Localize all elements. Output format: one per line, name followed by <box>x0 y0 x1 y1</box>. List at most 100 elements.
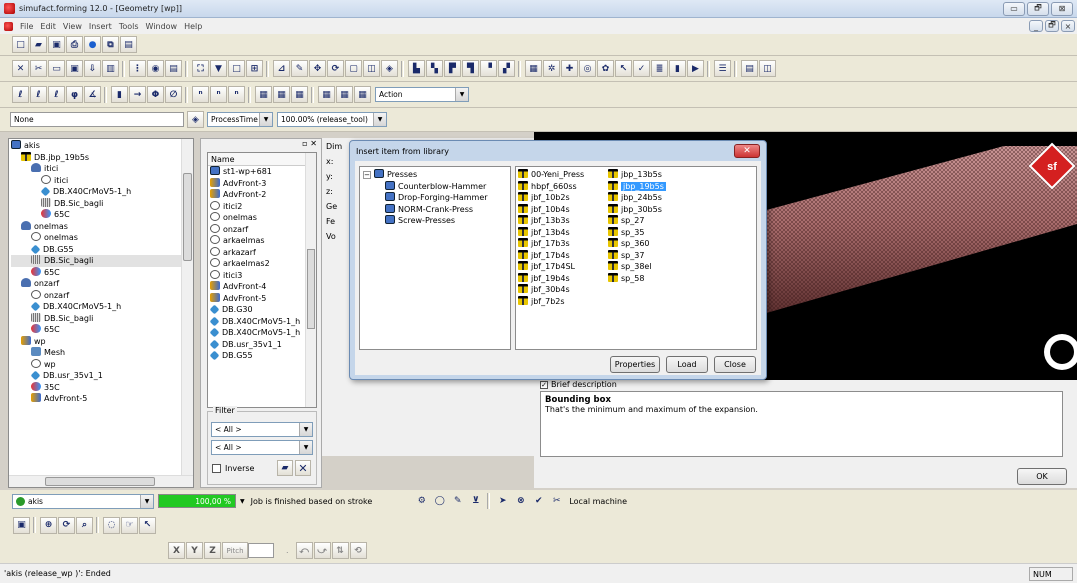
ring-icon[interactable]: ◎ <box>579 60 596 77</box>
check-icon[interactable]: ✔ <box>530 493 547 510</box>
tree-item[interactable]: wp <box>11 335 193 348</box>
tool1-icon[interactable]: ▙ <box>408 60 425 77</box>
press-item[interactable]: 00-Yeni_Press <box>518 169 584 181</box>
r3-icon[interactable]: ▦ <box>291 86 308 103</box>
collapse-icon[interactable]: ✓ <box>540 380 548 389</box>
open-icon[interactable]: ▭ <box>48 60 65 77</box>
library-item[interactable]: DB.G30 <box>209 304 316 316</box>
press-item[interactable]: sp_37 <box>608 249 666 262</box>
tree-item[interactable]: onelmas <box>11 220 193 233</box>
tree-item[interactable]: wp <box>11 358 193 371</box>
cursor-icon[interactable]: ☞ <box>121 516 138 534</box>
tree-item[interactable]: itici <box>11 174 193 187</box>
plot-z-icon[interactable]: ℓ <box>48 86 65 103</box>
rotate-icon[interactable]: ⟳ <box>58 516 75 534</box>
gear-icon[interactable]: ✲ <box>543 60 560 77</box>
scale-select[interactable]: 100.00% (release_tool) ▼ <box>277 112 387 127</box>
pencil-icon[interactable]: ✎ <box>449 493 466 510</box>
plot-y-icon[interactable]: ℓ <box>30 86 47 103</box>
press-category[interactable]: Screw-Presses <box>363 215 510 227</box>
zoom-icon[interactable]: ⌕ <box>76 516 93 534</box>
rotate-right-icon[interactable]: ⤻ <box>313 542 331 559</box>
navigation-cube-icon[interactable] <box>1044 334 1077 370</box>
filter-select-1[interactable]: < All > ▼ <box>211 422 313 437</box>
robot-icon[interactable]: ⚙ <box>413 493 430 510</box>
library-item[interactable]: onzarf <box>210 223 316 236</box>
tree-item[interactable]: 65C <box>11 324 193 336</box>
chevron-down-icon[interactable]: ▼ <box>240 498 245 505</box>
save-icon[interactable]: ▣ <box>48 36 65 53</box>
library-item[interactable]: AdvFront-3 <box>210 177 316 190</box>
tool2-icon[interactable]: ▚ <box>426 60 443 77</box>
frame-icon[interactable]: □ <box>228 60 245 77</box>
list-icon[interactable]: ▤ <box>165 60 182 77</box>
tree-item[interactable]: 65C <box>11 266 193 279</box>
tree-item[interactable]: DB.Sic_bagli <box>11 255 193 267</box>
library-item[interactable]: AdvFront-5 <box>210 292 316 305</box>
probe-icon[interactable]: φ <box>66 86 83 103</box>
clip-icon[interactable]: ◫ <box>363 60 380 77</box>
plot-x-icon[interactable]: ℓ <box>12 86 29 103</box>
press-item[interactable]: sp_38el <box>608 261 666 273</box>
brief-description-toggle[interactable]: ✓ Brief description <box>540 380 617 389</box>
press-item[interactable]: jbf_30b4s <box>518 284 584 296</box>
pitch-button[interactable]: Pitch <box>222 542 248 559</box>
r6-icon[interactable]: ▦ <box>354 86 371 103</box>
tree-item[interactable]: AdvFront-5 <box>11 393 193 405</box>
zoom-icon[interactable]: ⊞ <box>246 60 263 77</box>
flip-icon[interactable]: ⇅ <box>331 542 349 559</box>
select-icon[interactable]: ↖ <box>615 60 632 77</box>
press-item[interactable]: sp_35 <box>608 226 666 239</box>
chevron-down-icon[interactable]: ▼ <box>455 88 468 101</box>
reset-view-icon[interactable]: ⟲ <box>349 542 367 559</box>
angle-icon[interactable]: ∡ <box>84 86 101 103</box>
rotate-left-icon[interactable]: ⤺ <box>295 542 313 559</box>
press-item[interactable]: jbp_24b5s <box>608 192 666 204</box>
press-category[interactable]: NORM-Crank-Press <box>363 203 510 216</box>
document-icon[interactable] <box>4 21 13 31</box>
highlight-icon[interactable]: ▮ <box>669 60 686 77</box>
inverse-checkbox[interactable] <box>212 464 221 473</box>
ok-button[interactable]: OK <box>1017 468 1067 485</box>
press-item[interactable]: jbf_7b2s <box>518 295 584 308</box>
tool5-icon[interactable]: ▝ <box>480 60 497 77</box>
tree-item[interactable]: onzarf <box>11 289 193 302</box>
menu-help[interactable]: Help <box>184 22 202 31</box>
minimize-button[interactable]: ▭ <box>1003 1 1025 16</box>
y-axis-button[interactable]: Y <box>186 542 203 559</box>
library-item[interactable]: AdvFront-4 <box>210 281 316 293</box>
library-item[interactable]: DB.usr_35v1_1 <box>209 339 316 351</box>
report-icon[interactable]: ◫ <box>759 60 776 77</box>
panel-controls[interactable]: ▫ ✕ <box>201 139 321 152</box>
r1-icon[interactable]: ▦ <box>255 86 272 103</box>
color-icon[interactable]: ◈ <box>381 60 398 77</box>
export-icon[interactable]: ⇩ <box>84 60 101 77</box>
process-select[interactable]: akis ▼ <box>12 493 154 509</box>
library-item[interactable]: itici3 <box>210 269 316 282</box>
tree-scrollbar[interactable] <box>181 139 193 475</box>
z-axis-button[interactable]: Z <box>204 542 221 559</box>
maximize-button[interactable]: 🗗 <box>1027 1 1049 16</box>
library-item[interactable]: DB.X40CrMoV5-1_h <box>209 316 316 328</box>
tool4-icon[interactable]: ▜ <box>462 60 479 77</box>
cut-icon[interactable]: ✂ <box>30 60 47 77</box>
screenshot-icon[interactable]: ▣ <box>13 516 30 534</box>
bar-chart-icon[interactable]: ▮ <box>111 86 128 103</box>
delete-icon[interactable]: ✕ <box>12 60 29 77</box>
menu-icon[interactable]: ☰ <box>714 60 731 77</box>
window-icon[interactable]: ▤ <box>120 36 137 53</box>
press-category[interactable]: Drop-Forging-Hammer <box>363 192 510 204</box>
load-button[interactable]: Load <box>666 356 708 373</box>
paint-icon[interactable]: ✎ <box>291 60 308 77</box>
library-item[interactable]: arkazarf <box>210 246 316 259</box>
tree-item[interactable]: DB.jbp_19b5s <box>11 151 193 164</box>
split-icon[interactable]: ✚ <box>561 60 578 77</box>
tree-item[interactable]: DB.Sic_bagli <box>11 197 193 210</box>
tree-item[interactable]: DB.Sic_bagli <box>11 312 193 325</box>
press-item[interactable]: jbf_13b3s <box>518 215 584 227</box>
press-category[interactable]: Counterblow-Hammer <box>363 180 510 193</box>
tool3-icon[interactable]: ▛ <box>444 60 461 77</box>
tree-scrollbar-thumb[interactable] <box>183 173 192 261</box>
tree-item[interactable]: itici <box>11 163 193 175</box>
arrow-icon[interactable]: ➤ <box>494 493 511 510</box>
